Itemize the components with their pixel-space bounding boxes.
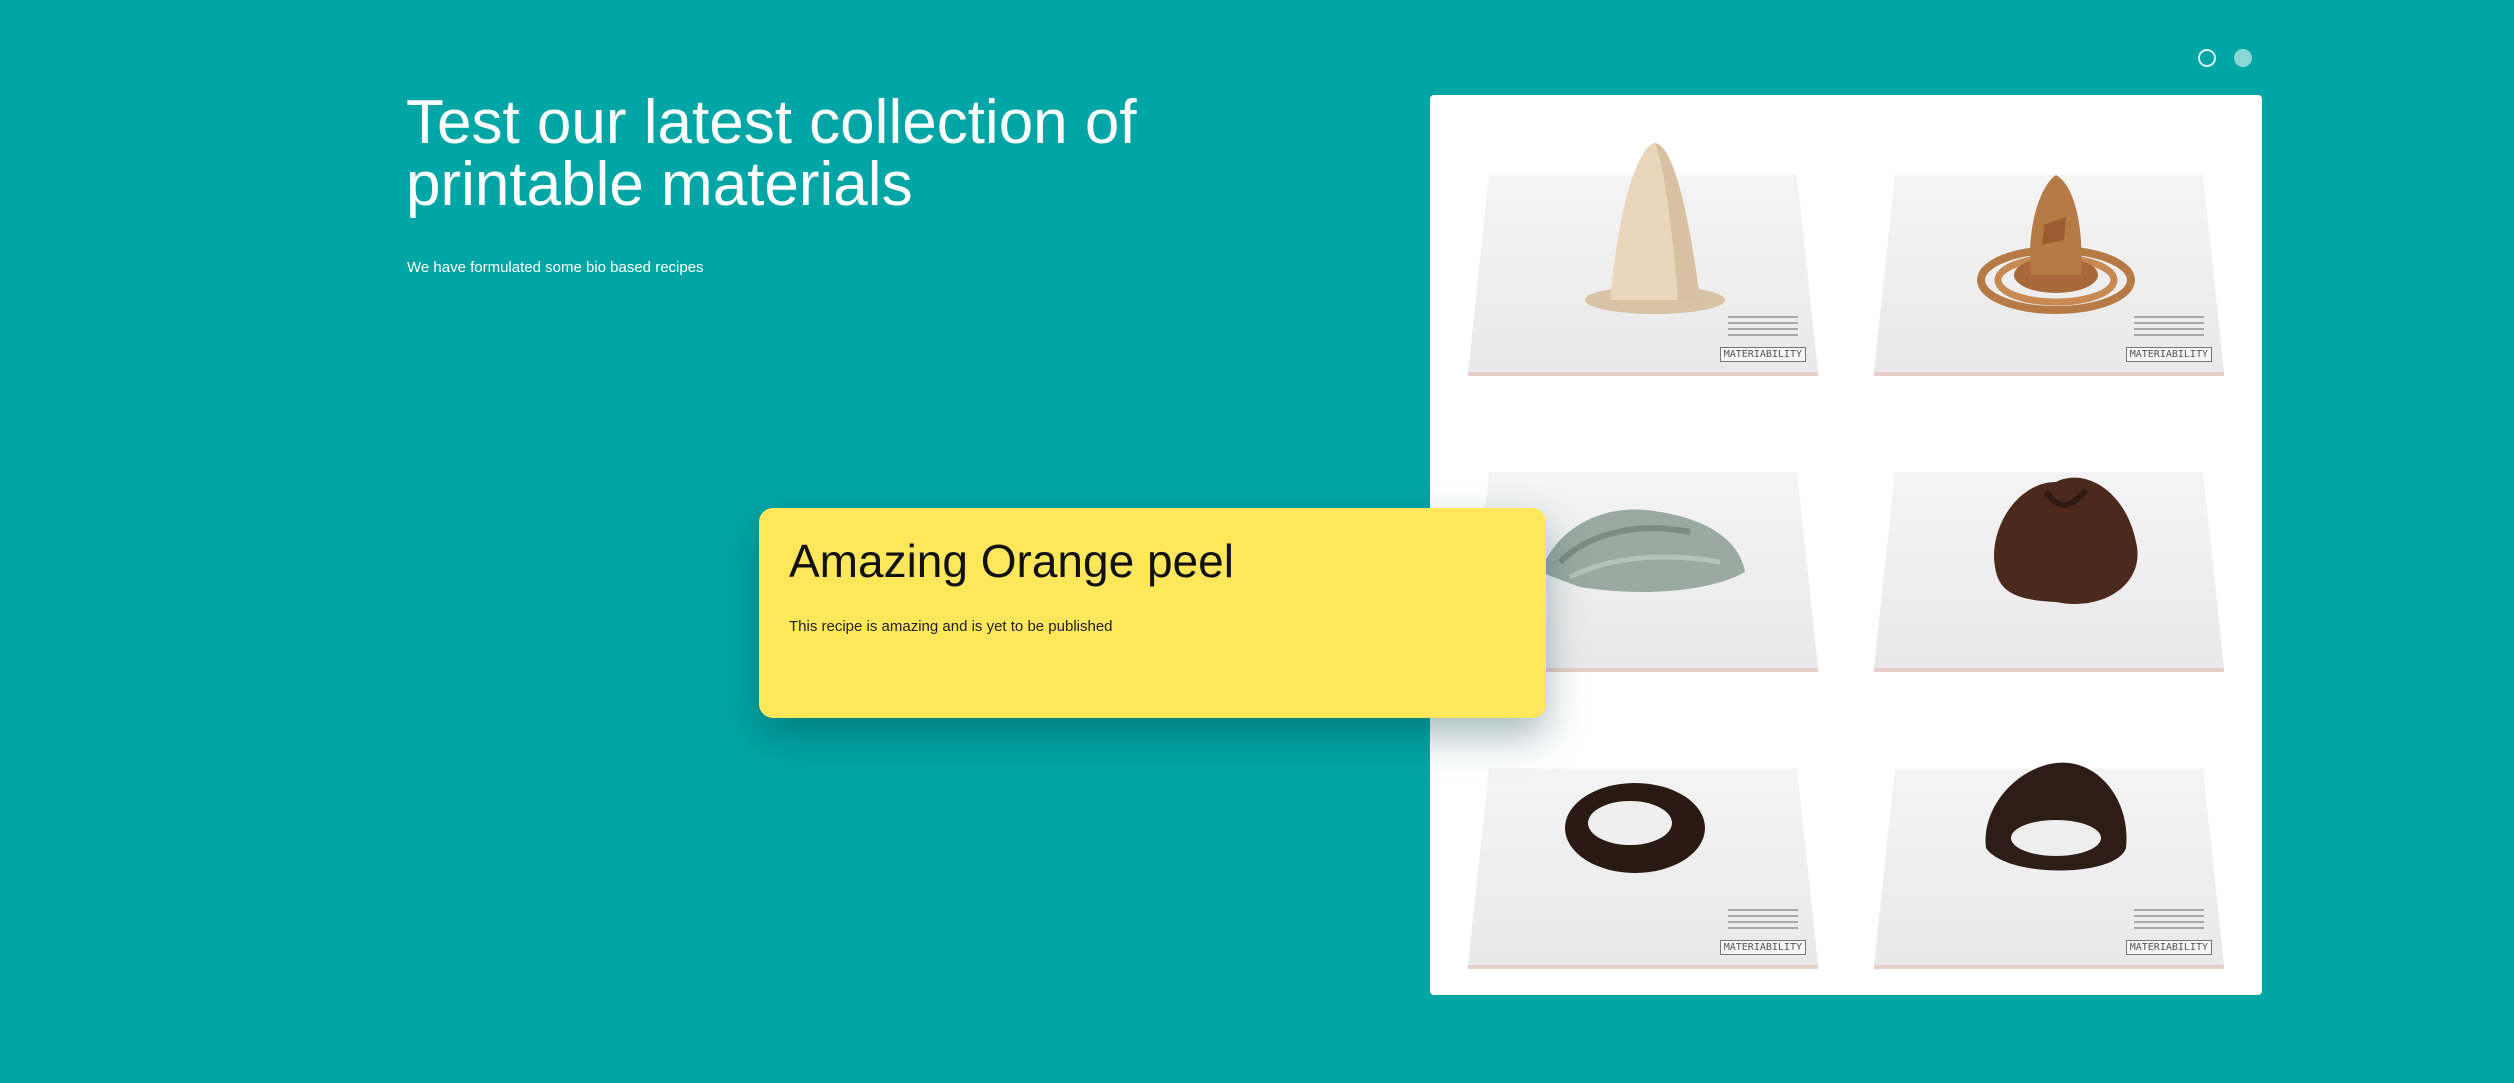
brand-label: MATERIABILITY [2125,346,2212,362]
recipe-card[interactable]: Amazing Orange peel This recipe is amazi… [759,508,1546,718]
sample-tile: MATERIABILITY [1460,718,1826,985]
textile-sample [1540,509,1745,592]
coil-sample [1977,175,2135,314]
ring-sample [1565,783,1705,874]
brand-label: MATERIABILITY [2125,939,2212,955]
sample-tile: MATERIABILITY [1460,125,1826,392]
carousel-dot-1[interactable] [2198,49,2216,67]
shaped-ring-sample [1985,762,2127,871]
carousel-dot-2[interactable] [2234,49,2252,67]
recipe-title: Amazing Orange peel [789,535,1234,587]
cone-sample [1585,143,1725,314]
hero-title: Test our latest collection of printable … [406,88,1137,219]
materials-photo: MATERIABILITY MATERIABILITY MATERIABILIT… [1430,95,2262,995]
page: Test our latest collection of printable … [0,0,2514,1083]
sample-tile: MATERIABILITY [1866,718,2232,985]
recipe-description: This recipe is amazing and is yet to be … [789,618,1113,635]
sample-tile: MATERIABILITY [1866,125,2232,392]
brand-label: MATERIABILITY [1719,939,1806,955]
hero-subtitle: We have formulated some bio based recipe… [407,259,704,276]
brand-label: MATERIABILITY [1719,346,1806,362]
carousel-pager [2198,49,2252,67]
sample-tile [1866,422,2232,689]
blob-sample [1994,477,2138,604]
